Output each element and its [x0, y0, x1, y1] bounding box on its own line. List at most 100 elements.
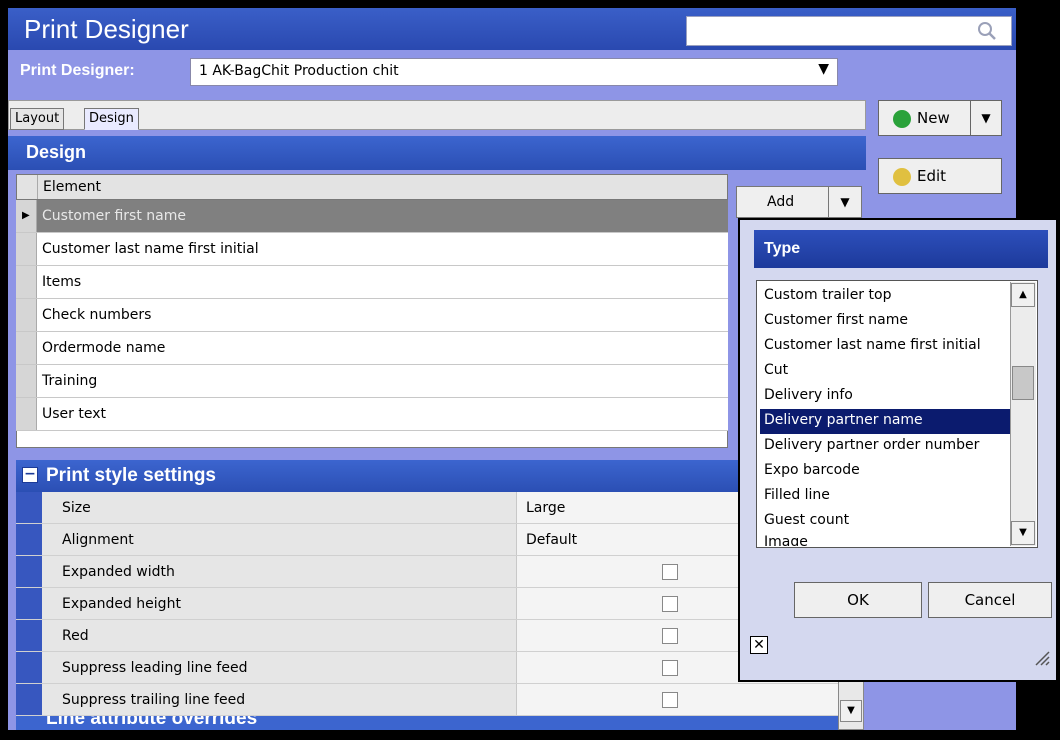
table-row[interactable]: User text: [16, 398, 728, 431]
list-item[interactable]: Custom trailer top: [760, 284, 1010, 309]
property-name: Expanded width: [62, 564, 175, 580]
cancel-button[interactable]: Cancel: [928, 582, 1052, 618]
red-checkbox[interactable]: [662, 628, 678, 644]
property-row-expanded-width[interactable]: Expanded width: [16, 556, 838, 588]
property-name-cell: Suppress leading line feed: [42, 652, 517, 683]
new-button-label: New: [917, 109, 950, 127]
property-row-size[interactable]: Size Large: [16, 492, 838, 524]
plus-icon: [893, 110, 911, 128]
property-gutter: [16, 652, 42, 683]
property-name: Suppress leading line feed: [62, 660, 248, 676]
property-name-cell: Alignment: [42, 524, 517, 555]
close-icon[interactable]: ✕: [750, 636, 768, 654]
add-button[interactable]: Add ▼: [736, 186, 862, 218]
property-gutter: [16, 620, 42, 651]
list-item[interactable]: Guest count: [760, 509, 1010, 534]
row-gutter: [16, 332, 37, 364]
print-style-title: Print style settings: [46, 465, 216, 486]
add-button-label: Add: [767, 194, 795, 210]
property-name: Expanded height: [62, 596, 181, 612]
design-section-title: Design: [26, 142, 87, 162]
property-row-expanded-height[interactable]: Expanded height: [16, 588, 838, 620]
row-label: Items: [42, 274, 82, 290]
resize-grip-icon[interactable]: [1032, 648, 1050, 666]
print-designer-value: 1 AK-BagChit Production chit: [199, 63, 399, 79]
expanded-width-checkbox[interactable]: [662, 564, 678, 580]
row-label: Customer last name first initial: [42, 241, 259, 257]
search-icon[interactable]: [976, 20, 998, 42]
table-row[interactable]: Items: [16, 266, 728, 299]
row-gutter: [16, 266, 37, 298]
list-item-selected[interactable]: Delivery partner name: [760, 409, 1010, 434]
property-row-suppress-trailing[interactable]: Suppress trailing line feed: [16, 684, 838, 716]
list-item[interactable]: Customer last name first initial: [760, 334, 1010, 359]
grid-header-element: Element: [43, 179, 101, 195]
scroll-thumb[interactable]: [1012, 366, 1034, 400]
property-gutter: [16, 684, 42, 715]
ok-button[interactable]: OK: [794, 582, 922, 618]
print-designer-label: Print Designer:: [20, 62, 135, 79]
list-item[interactable]: Filled line: [760, 484, 1010, 509]
property-name: Size: [62, 500, 91, 516]
grid-header-gutter: [17, 175, 38, 199]
row-gutter: [16, 233, 37, 265]
edit-button-label: Edit: [917, 167, 947, 185]
suppress-trailing-checkbox[interactable]: [662, 692, 678, 708]
property-row-red[interactable]: Red: [16, 620, 838, 652]
list-item[interactable]: Customer first name: [760, 309, 1010, 334]
table-row[interactable]: Check numbers: [16, 299, 728, 332]
scroll-down-icon[interactable]: ▼: [840, 700, 862, 722]
type-list-scrollbar[interactable]: [1010, 282, 1036, 546]
row-label: Check numbers: [42, 307, 152, 323]
table-row[interactable]: Training: [16, 365, 728, 398]
edit-button[interactable]: Edit: [878, 158, 1002, 194]
scroll-up-icon[interactable]: ▲: [1011, 283, 1035, 307]
print-designer-select[interactable]: 1 AK-BagChit Production chit ▼: [190, 58, 838, 86]
table-row[interactable]: Ordermode name: [16, 332, 728, 365]
row-label: Ordermode name: [42, 340, 166, 356]
property-name: Red: [62, 628, 89, 644]
row-gutter: [16, 299, 37, 331]
property-gutter: [16, 588, 42, 619]
design-section-header: [8, 136, 866, 170]
row-indicator-icon: ▶: [22, 210, 30, 221]
expanded-height-checkbox[interactable]: [662, 596, 678, 612]
property-name: Suppress trailing line feed: [62, 692, 246, 708]
search-input[interactable]: [686, 16, 1012, 46]
property-row-alignment[interactable]: Alignment Default: [16, 524, 838, 556]
list-item[interactable]: Expo barcode: [760, 459, 1010, 484]
property-gutter: [16, 524, 42, 555]
property-gutter: [16, 556, 42, 587]
property-name: Alignment: [62, 532, 134, 548]
tab-layout[interactable]: Layout: [10, 108, 65, 130]
dropdown-arrow-icon[interactable]: ▼: [818, 61, 829, 77]
new-dropdown-icon[interactable]: ▼: [970, 101, 1001, 135]
new-button[interactable]: New ▼: [878, 100, 1002, 136]
table-row[interactable]: ▶ Customer first name: [16, 200, 728, 233]
line-attribute-overrides-header[interactable]: Line attribute overrides: [16, 716, 838, 730]
scroll-down-icon[interactable]: ▼: [1011, 521, 1035, 545]
row-label: Customer first name: [42, 208, 186, 224]
collapse-icon[interactable]: −: [22, 467, 38, 483]
property-gutter: [16, 492, 42, 523]
property-row-suppress-leading[interactable]: Suppress leading line feed: [16, 652, 838, 684]
type-popup-title: Type: [764, 240, 801, 257]
grid-header: Element: [16, 174, 728, 200]
pencil-icon: [893, 168, 911, 186]
property-value[interactable]: Large: [526, 500, 565, 516]
add-dropdown-icon[interactable]: ▼: [828, 187, 861, 217]
list-item[interactable]: Cut: [760, 359, 1010, 384]
property-value[interactable]: Default: [526, 532, 577, 548]
list-item[interactable]: Delivery info: [760, 384, 1010, 409]
suppress-leading-checkbox[interactable]: [662, 660, 678, 676]
property-name-cell: Suppress trailing line feed: [42, 684, 517, 715]
row-gutter: [16, 398, 37, 430]
list-item[interactable]: Image: [760, 534, 1010, 546]
table-row[interactable]: Customer last name first initial: [16, 233, 728, 266]
list-item[interactable]: Delivery partner order number: [760, 434, 1010, 459]
window-title: Print Designer: [24, 14, 189, 44]
line-attribute-overrides-title: Line attribute overrides: [46, 716, 258, 729]
tab-design[interactable]: Design: [84, 108, 139, 130]
property-name-cell: Expanded height: [42, 588, 517, 619]
row-gutter: [16, 365, 37, 397]
